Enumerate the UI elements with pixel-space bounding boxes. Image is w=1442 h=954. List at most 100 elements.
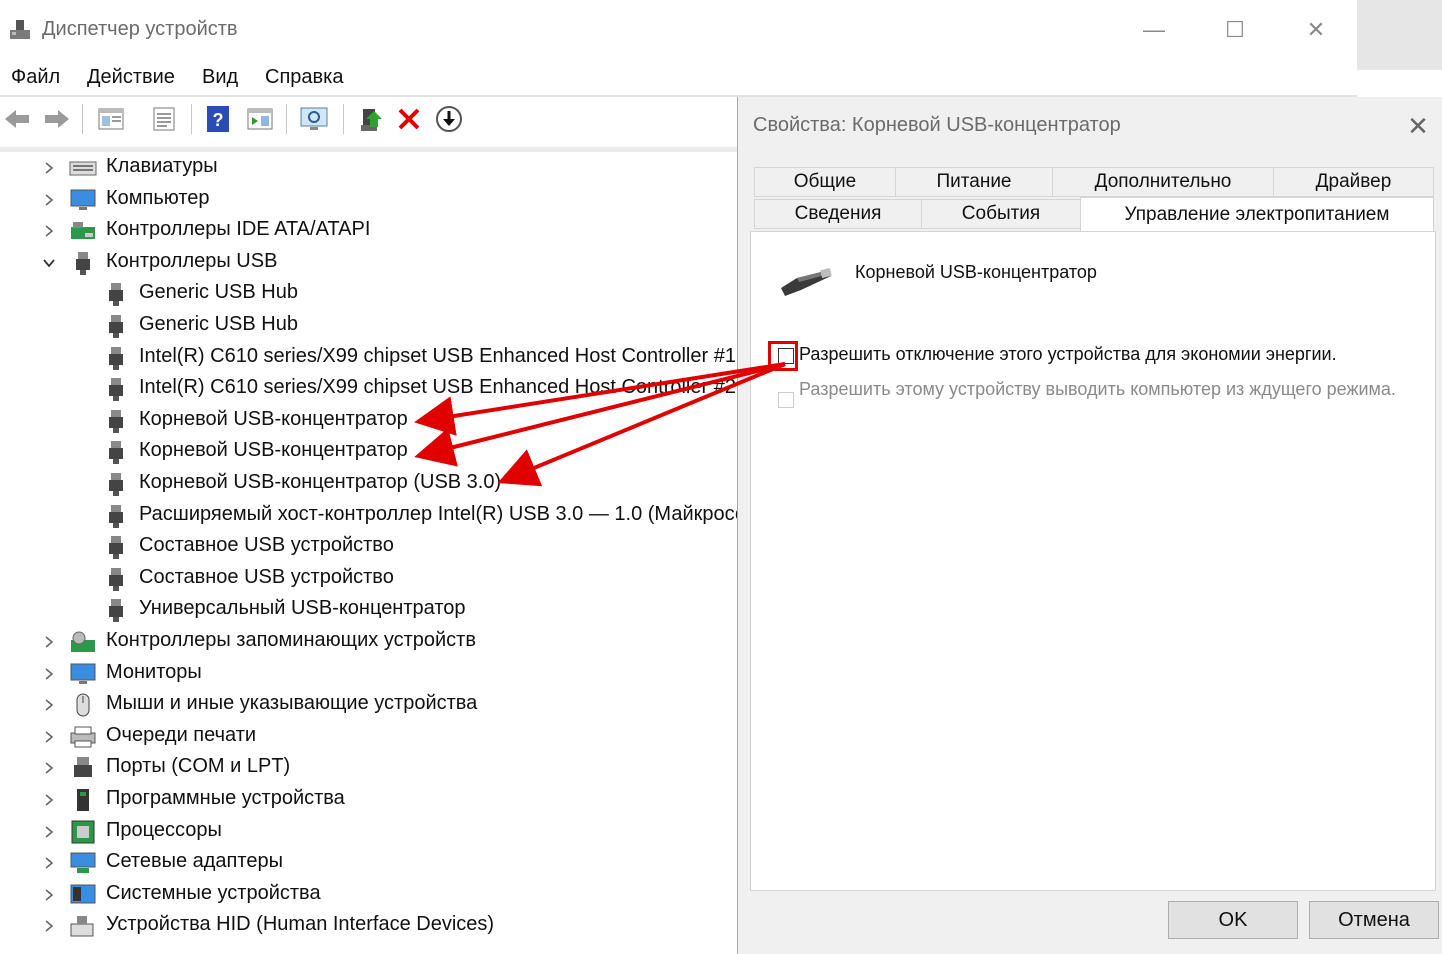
chevron-right-icon[interactable] [42,193,56,207]
tree-item[interactable]: Устройства HID (Human Interface Devices) [0,910,738,942]
chevron-right-icon[interactable] [42,698,56,712]
chevron-right-icon[interactable] [42,161,56,175]
chevron-down-icon[interactable] [42,256,56,270]
tree-item[interactable]: Контроллеры USB [0,247,738,279]
allow-wake-checkbox[interactable] [778,392,794,408]
usb-icon [109,473,123,496]
tree-item[interactable]: Составное USB устройство [0,563,738,595]
properties-dialog: Свойства: Корневой USB-концентратор ✕ Об… [737,97,1442,954]
tree-item-label: Корневой USB-концентратор [139,439,408,462]
uninstall-device-button[interactable] [394,102,424,136]
tab-advanced[interactable]: Дополнительно [1052,167,1274,197]
menu-help[interactable]: Справка [265,66,343,89]
update-driver-icon [361,109,382,131]
dialog-title: Свойства: Корневой USB-концентратор [753,114,1121,136]
tree-item[interactable]: Generic USB Hub [0,310,738,342]
tree-item[interactable]: Очереди печати [0,721,738,753]
action-pane-button[interactable] [245,102,275,136]
tab-driver[interactable]: Драйвер [1273,167,1434,197]
chevron-right-icon[interactable] [42,919,56,933]
ide-controller-icon [71,222,95,240]
usb-icon [109,346,123,370]
chevron-right-icon[interactable] [42,667,56,681]
tree-item-label: Контроллеры IDE ATA/ATAPI [106,218,371,241]
chevron-right-icon[interactable] [42,856,56,870]
tree-item-label: Корневой USB-концентратор [139,407,408,430]
toolbar: ? [0,98,738,144]
tab-details[interactable]: Сведения [754,199,922,229]
tree-item[interactable]: Корневой USB-концентратор (USB 3.0) [0,468,738,500]
menu-file[interactable]: Файл [11,66,60,89]
chevron-right-icon[interactable] [42,825,56,839]
title-bar[interactable]: Диспетчер устройств — ☐ ✕ [0,0,1357,60]
close-button[interactable]: ✕ [1293,14,1339,46]
tree-item[interactable]: Сетевые адаптеры [0,847,738,879]
tree-item[interactable]: Порты (COM и LPT) [0,752,738,784]
menu-action[interactable]: Действие [87,66,175,89]
chevron-right-icon[interactable] [42,761,56,775]
port-icon [74,757,92,778]
update-driver-button[interactable] [356,102,386,136]
toolbar-separator [286,104,287,134]
tree-item[interactable]: Универсальный USB-концентратор [0,594,738,626]
tab-general[interactable]: Общие [754,167,896,197]
usb-icon [109,504,123,528]
show-hide-tree-icon [98,108,124,130]
tree-item[interactable]: Корневой USB-концентратор [0,405,738,437]
tree-item-label: Корневой USB-концентратор (USB 3.0) [139,471,502,493]
back-button[interactable] [2,102,32,136]
action-pane-icon [247,108,273,130]
usb-icon [109,409,123,433]
chevron-right-icon[interactable] [42,635,56,649]
maximize-button[interactable]: ☐ [1212,14,1258,46]
device-name: Корневой USB-концентратор [855,262,1097,282]
device-manager-icon [10,20,30,39]
chevron-right-icon[interactable] [42,730,56,744]
chevron-right-icon[interactable] [42,888,56,902]
properties-button[interactable] [149,102,179,136]
tree-item[interactable]: Контроллеры запоминающих устройств [0,626,738,658]
tab-events[interactable]: События [921,199,1081,229]
tab-power[interactable]: Питание [895,167,1053,197]
tree-item[interactable]: Intel(R) C610 series/X99 chipset USB Enh… [0,373,738,405]
show-hide-tree-button[interactable] [96,102,126,136]
usb-icon [109,536,123,560]
forward-button[interactable] [42,102,72,136]
chevron-right-icon[interactable] [42,224,56,238]
help-button[interactable]: ? [203,102,233,136]
tree-item[interactable]: Клавиатуры [0,152,738,184]
window-title: Диспетчер устройств [42,18,238,40]
minimize-button[interactable]: — [1131,14,1177,46]
disable-device-button[interactable] [434,102,464,136]
minimize-icon: — [1143,17,1165,42]
tree-item[interactable]: Компьютер [0,184,738,216]
tree-item[interactable]: Контроллеры IDE ATA/ATAPI [0,215,738,247]
usb-icon [76,251,90,275]
tree-item[interactable]: Intel(R) C610 series/X99 chipset USB Enh… [0,342,748,374]
scan-hardware-button[interactable] [299,102,329,136]
dialog-close-button[interactable]: ✕ [1403,111,1433,141]
ok-button[interactable]: OK [1168,901,1298,939]
tab-label: События [961,203,1041,224]
chevron-right-icon[interactable] [42,793,56,807]
cancel-button[interactable]: Отмена [1309,901,1439,939]
tab-power-management[interactable]: Управление электропитанием [1080,197,1434,231]
mouse-icon [76,693,90,717]
tree-item[interactable]: Расширяемый хост-контроллер Intel(R) USB… [0,500,746,532]
tree-item[interactable]: Составное USB устройство [0,531,738,563]
tree-item[interactable]: Мыши и иные указывающие устройства [0,689,738,721]
menu-view[interactable]: Вид [202,66,238,89]
tab-label: Питание [936,171,1012,192]
tree-item[interactable]: Системные устройства [0,879,738,911]
tree-item[interactable]: Процессоры [0,816,738,848]
tree-item-label: Очереди печати [106,723,257,746]
tree-item[interactable]: Мониторы [0,658,738,690]
tree-item[interactable]: Generic USB Hub [0,278,738,310]
tree-item[interactable]: Корневой USB-концентратор [0,436,738,468]
tree-item[interactable]: Программные устройства [0,784,738,816]
power-management-panel: Корневой USB-концентратор Разрешить откл… [750,231,1436,891]
tree-item-label: Компьютер [106,186,210,209]
allow-power-off-label[interactable]: Разрешить отключение этого устройства дл… [799,344,1337,365]
close-icon: ✕ [1306,17,1326,42]
tree-item-label: Generic USB Hub [139,313,298,335]
